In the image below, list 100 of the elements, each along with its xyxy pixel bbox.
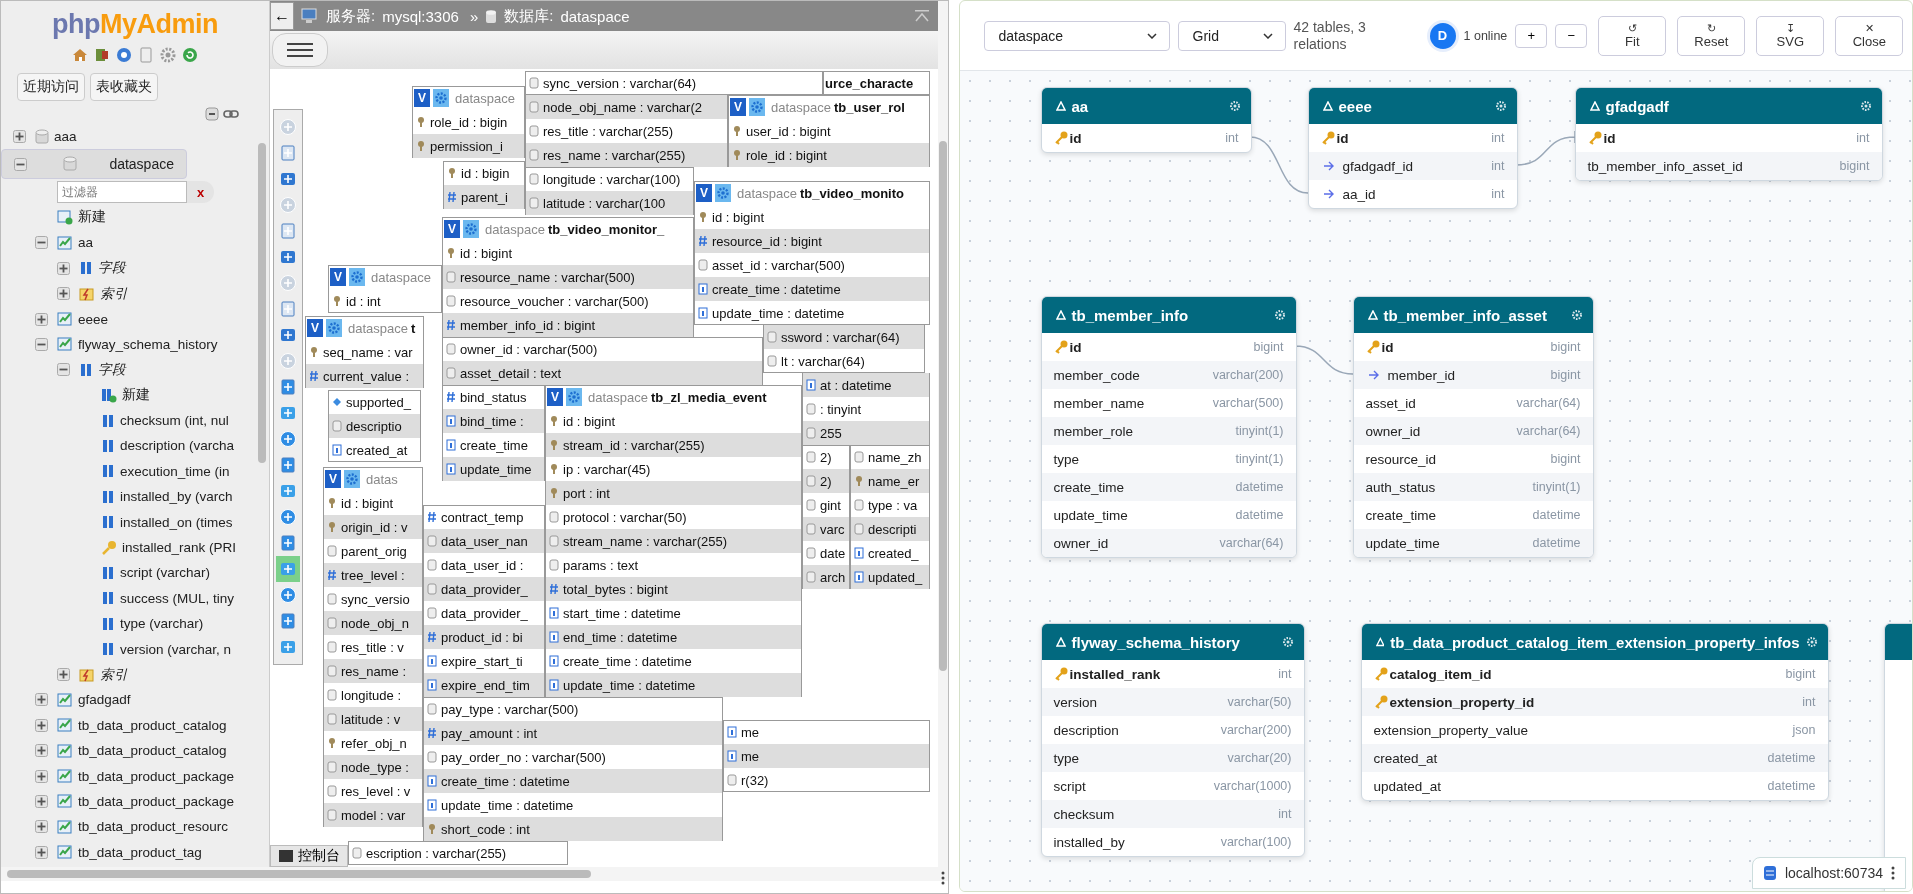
- exit-icon[interactable]: [94, 47, 110, 63]
- toggle-button[interactable]: V: [330, 268, 346, 286]
- tree-item[interactable]: tb_data_product_tag: [78, 844, 202, 860]
- tree-item[interactable]: tb_data_product_catalog: [78, 717, 227, 733]
- toolbar-button[interactable]: ↻ Reset: [1677, 15, 1746, 56]
- collapse-icon[interactable]: [913, 9, 930, 23]
- table-card[interactable]: eeee id int gfadgadf_id int aa_id int: [1307, 87, 1518, 209]
- menu-button[interactable]: [272, 33, 328, 67]
- expand-toggle[interactable]: [35, 820, 48, 834]
- designer-table[interactable]: V datas id : bigint origin_id : v parent_orig tree_level : sync_versio node_obj_n res_title : v res_name : longitude : latitude : v refer_obj_n node_type : res_level : v model : var: [323, 467, 423, 827]
- toolbar-button[interactable]: ✕ Close: [1835, 15, 1904, 56]
- console-tab[interactable]: 控制台: [270, 845, 348, 867]
- expand-toggle[interactable]: [35, 794, 48, 808]
- designer-table[interactable]: escription : varchar(255): [348, 841, 568, 865]
- collapse-all-icon[interactable]: [205, 107, 219, 121]
- tree-item[interactable]: tb_data_product_catalog: [78, 743, 227, 759]
- table-icon[interactable]: [57, 311, 73, 328]
- expand-toggle[interactable]: [35, 845, 48, 859]
- designer-table[interactable]: V dataspace t seq_name : var current_value :: [305, 316, 424, 388]
- toggle-button[interactable]: V: [444, 220, 460, 238]
- settings-icon[interactable]: [160, 47, 176, 63]
- designer-table[interactable]: [545, 385, 802, 697]
- toolbar-button[interactable]: ↺ Fit: [1598, 15, 1667, 56]
- zoom-in-button[interactable]: +: [1515, 23, 1548, 48]
- tree-item[interactable]: 字段: [98, 259, 126, 278]
- toggle-button[interactable]: V: [696, 184, 712, 202]
- home-icon[interactable]: [72, 47, 88, 63]
- expand-toggle[interactable]: [57, 261, 70, 275]
- sidebar-button[interactable]: 表收藏夹: [90, 73, 158, 101]
- reload-icon[interactable]: [182, 47, 198, 63]
- database-select[interactable]: dataspace: [983, 20, 1170, 51]
- table-card[interactable]: tb_member_info id bigint member_code varchar(200) member_name varchar(500) member_role tinyint(1) type tinyint(1) create_time datetime update_time datetime owner_id varchar(64): [1040, 296, 1297, 558]
- clear-filter-button[interactable]: x: [187, 184, 215, 200]
- toolbar-button[interactable]: ↧ SVG: [1756, 15, 1825, 56]
- new-table-icon[interactable]: [57, 209, 73, 226]
- toggle-button[interactable]: V: [547, 388, 563, 406]
- tree-item[interactable]: tb_data_product_resourc: [78, 819, 229, 835]
- designer-table[interactable]: supported_ descriptio created_at: [328, 390, 421, 462]
- table-card[interactable]: aa id int: [1040, 87, 1252, 153]
- expand-toggle[interactable]: [13, 130, 26, 144]
- sidebar-button[interactable]: 近期访问: [17, 73, 85, 101]
- settings-icon[interactable]: [749, 98, 765, 116]
- designer-table[interactable]: id : bigin parent_i: [443, 161, 525, 209]
- expand-toggle[interactable]: [35, 744, 48, 758]
- server-link[interactable]: mysql:3306: [382, 7, 459, 25]
- designer-table[interactable]: pay_type : varchar(500) pay_amount : int pay_order_no : varchar(500) create_time : datetime update_time : datetime short_code : int: [423, 697, 723, 841]
- tree-item[interactable]: version (varchar, n: [120, 641, 232, 657]
- tree-item[interactable]: installed_rank (PRI: [122, 540, 237, 556]
- toggle-button[interactable]: V: [307, 319, 323, 337]
- scrollbar[interactable]: [258, 143, 266, 463]
- settings-icon[interactable]: [349, 268, 365, 286]
- zoom-out-button[interactable]: −: [1555, 23, 1588, 48]
- table-icon[interactable]: [57, 234, 73, 251]
- table-icon[interactable]: [57, 336, 73, 353]
- new-column-icon[interactable]: [101, 387, 117, 404]
- table-card[interactable]: tb_member_info_asset id bigint member_id bigint asset_id varchar(64) owner_id varchar(64) resource_id bigint auth_status tinyint(1) create_time datetime update_time datetime: [1352, 296, 1594, 558]
- expand-toggle[interactable]: [35, 693, 48, 707]
- designer-table[interactable]: bind_status bind_time : create_time update_time: [442, 385, 545, 481]
- tree-item[interactable]: installed_by (varch: [120, 489, 233, 505]
- expand-toggle[interactable]: [35, 718, 48, 732]
- table-icon[interactable]: [57, 768, 73, 785]
- tree-item[interactable]: 字段: [98, 360, 126, 379]
- tree-item[interactable]: tb_data_product_package: [78, 793, 235, 809]
- collapse-toggle[interactable]: [14, 157, 27, 171]
- tree-item[interactable]: dataspace: [109, 156, 174, 173]
- tree-item[interactable]: gfadgadf: [78, 692, 131, 708]
- layout-select[interactable]: Grid: [1177, 20, 1286, 51]
- designer-table[interactable]: name_zh name_er type : va descripti created_ updated_: [850, 445, 930, 589]
- table-icon[interactable]: [57, 793, 73, 810]
- tree-item[interactable]: 索引: [100, 665, 128, 684]
- tree-item[interactable]: aa: [78, 235, 94, 251]
- table-icon[interactable]: [57, 742, 73, 759]
- collapse-toggle[interactable]: [35, 337, 48, 351]
- settings-icon[interactable]: [326, 319, 342, 337]
- settings-icon[interactable]: [566, 388, 582, 406]
- filter-field[interactable]: 过滤器: [57, 181, 187, 204]
- settings-icon[interactable]: [344, 470, 360, 488]
- tree-item[interactable]: eeee: [78, 311, 109, 327]
- settings-icon[interactable]: [463, 220, 479, 238]
- tree-item[interactable]: execution_time (in: [120, 463, 230, 479]
- expand-toggle[interactable]: [57, 668, 70, 681]
- tree-item[interactable]: 索引: [100, 284, 128, 303]
- expand-toggle[interactable]: [57, 287, 70, 301]
- scrollbar[interactable]: [7, 870, 591, 878]
- designer-table[interactable]: V dataspace tb_user_rol user_id : bigint role_id : bigint: [728, 95, 930, 167]
- settings-icon[interactable]: [433, 89, 449, 107]
- tree-item[interactable]: flyway_schema_history: [78, 336, 218, 352]
- back-button[interactable]: ←: [270, 2, 294, 30]
- designer-table[interactable]: sync_version : varchar(64): [525, 71, 823, 95]
- tree-item[interactable]: description (varcha: [120, 438, 235, 454]
- table-icon[interactable]: [57, 691, 73, 708]
- table-card[interactable]: gfadgadf id int tb_member_info_asset_id bigint: [1574, 87, 1883, 181]
- tree-item[interactable]: tb_data_product_package: [78, 768, 235, 784]
- tree-item[interactable]: success (MUL, tiny: [120, 590, 235, 606]
- more-icon[interactable]: [1891, 866, 1895, 880]
- table-card[interactable]: tb_data_product_catalog_item_extension_property_infos catalog_item_id bigint extension_property_id int extension_property_value json created_at datetime updated_at datetime: [1360, 623, 1829, 801]
- designer-table[interactable]: node_obj_name : varchar(2 res_title : varchar(255) res_name : varchar(255): [525, 95, 728, 167]
- scrollbar[interactable]: [938, 141, 947, 671]
- table-card[interactable]: flyway_schema_history installed_rank int version varchar(50) description varchar(200) type varchar(20) script varchar(1000) checksum int installed_by varchar(100): [1040, 623, 1305, 857]
- tree-item[interactable]: 新建: [122, 386, 150, 405]
